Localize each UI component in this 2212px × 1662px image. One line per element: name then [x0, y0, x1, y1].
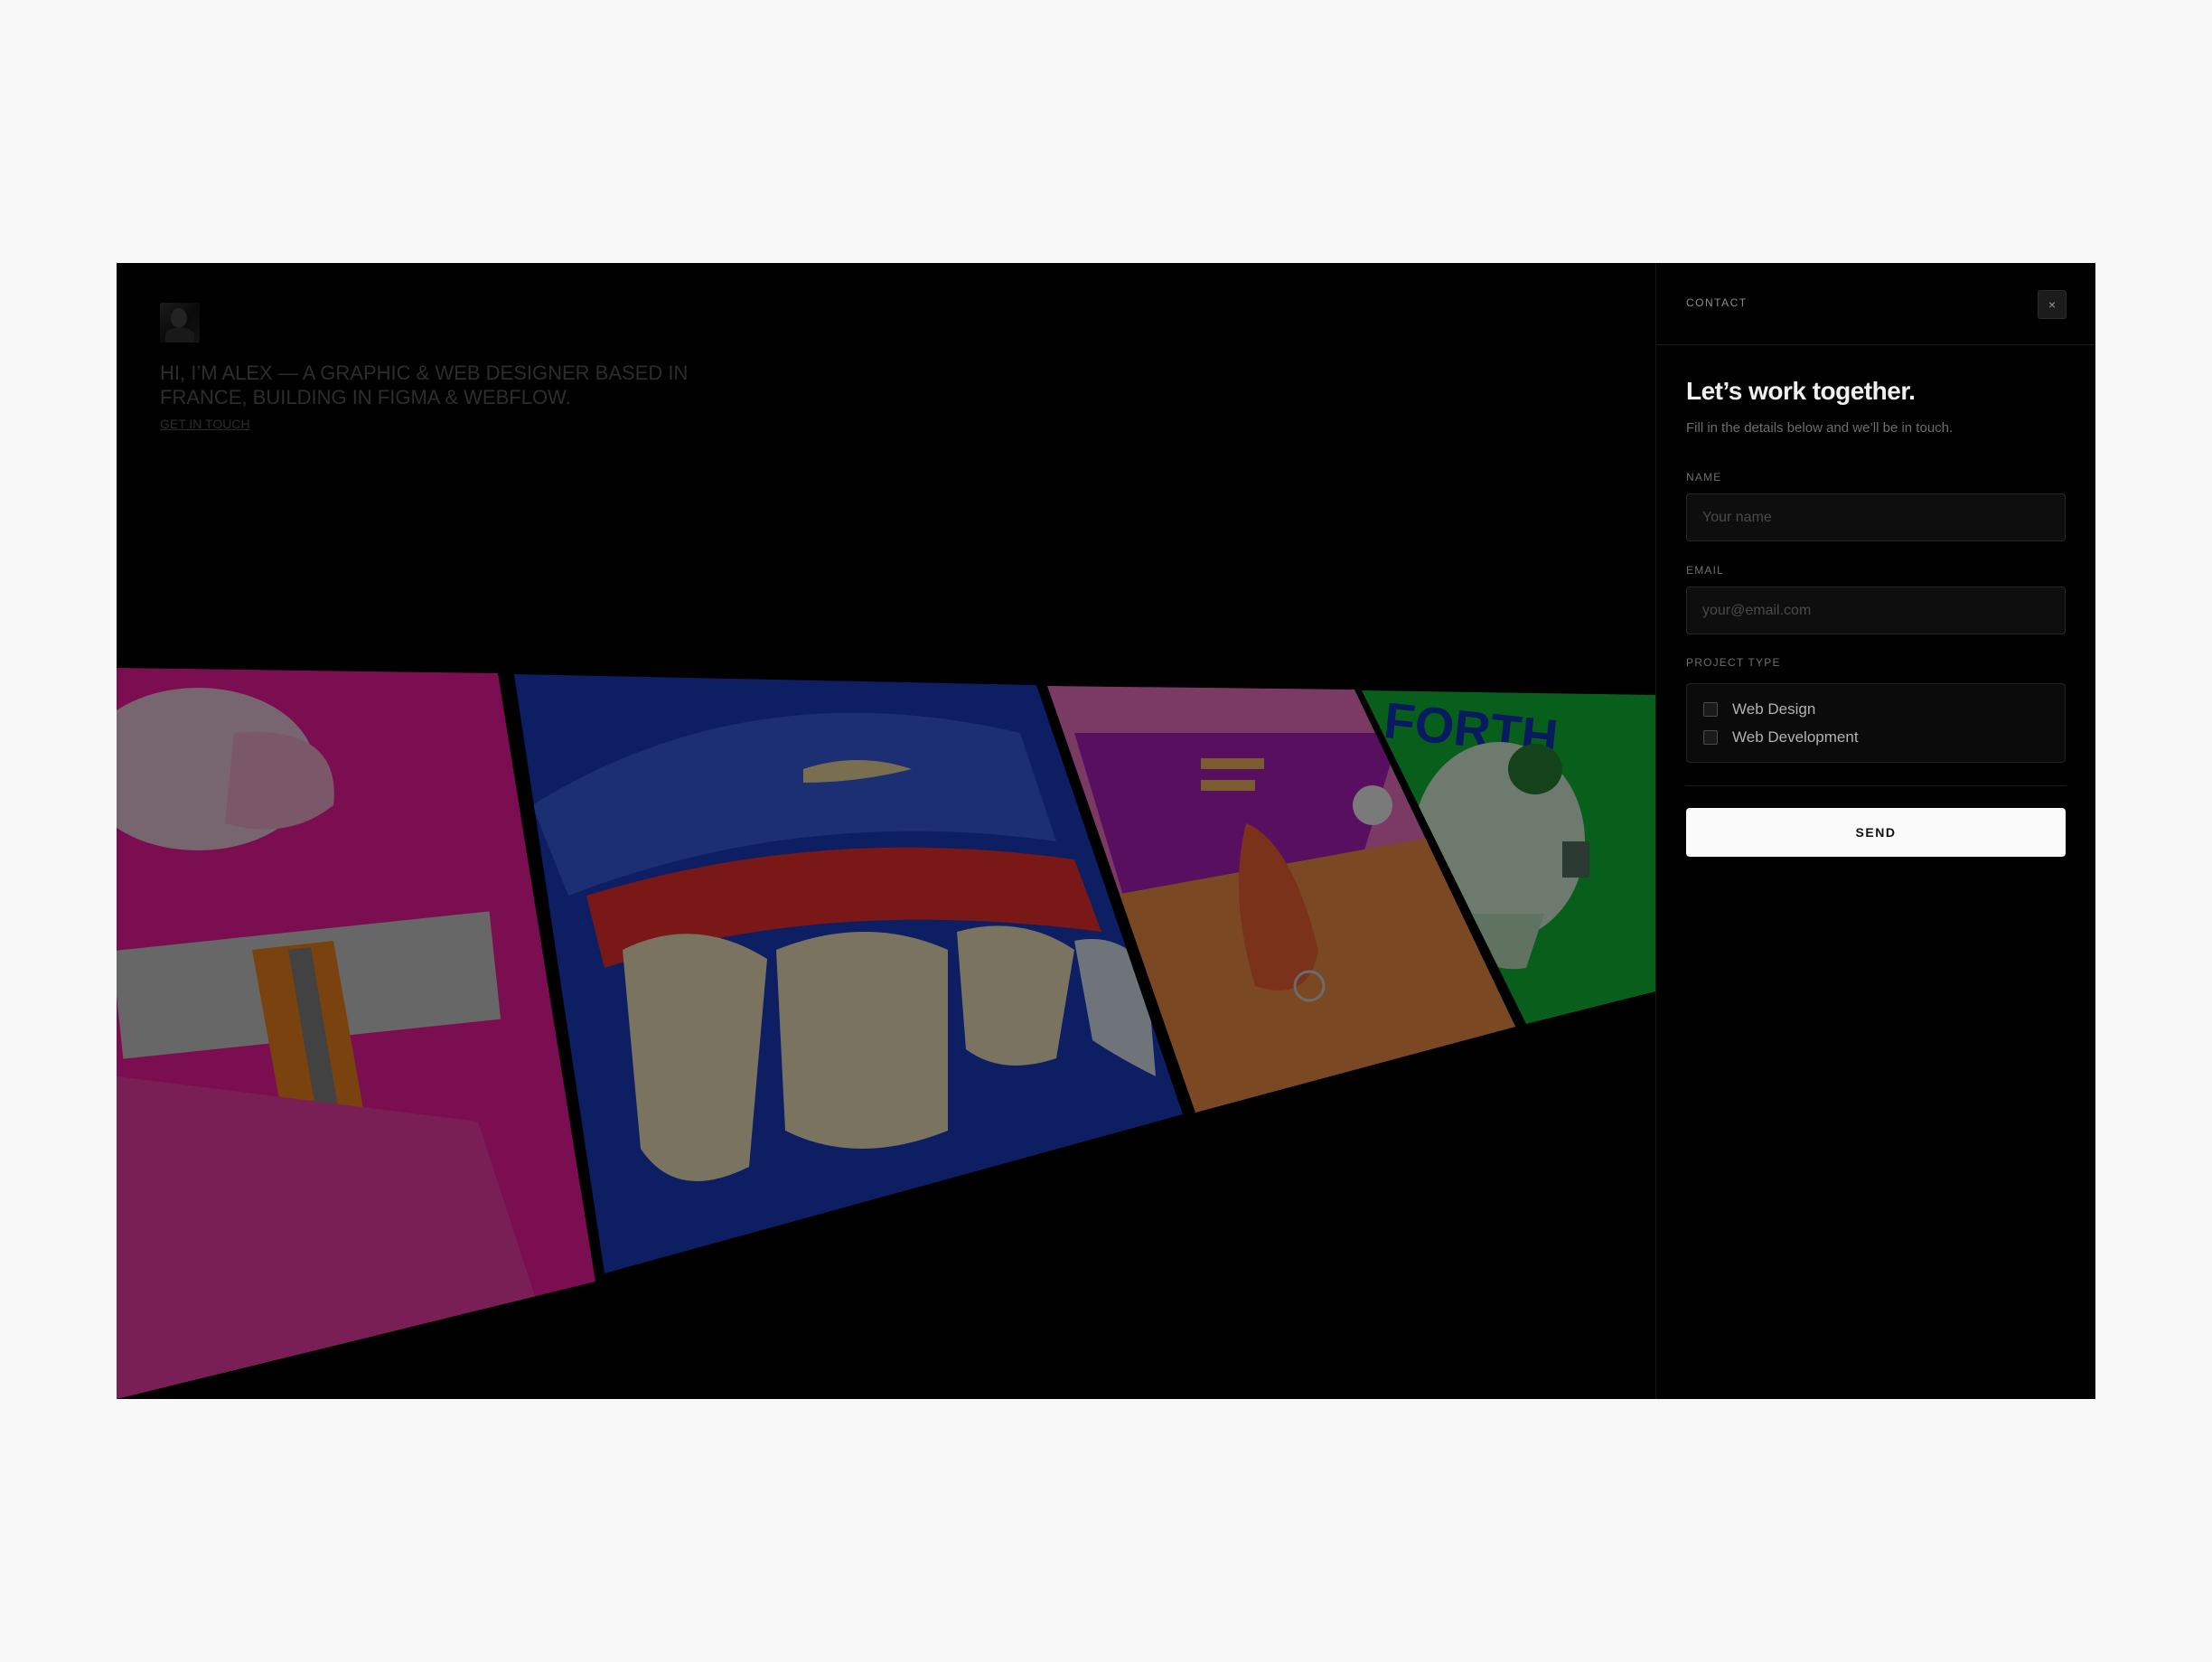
checkbox-label: Web Development: [1732, 728, 1859, 746]
close-icon: ×: [2048, 297, 2057, 312]
email-label: EMAIL: [1686, 564, 1725, 577]
form-subheading: Fill in the details below and we’ll be i…: [1686, 420, 1954, 436]
app-window: HI, I’M ALEX — A GRAPHIC & WEB DESIGNER …: [117, 263, 2095, 1399]
form-divider: [1686, 785, 2066, 786]
email-input[interactable]: [1686, 587, 2066, 634]
name-input[interactable]: [1686, 493, 2066, 541]
name-label: NAME: [1686, 471, 1722, 484]
checkbox-web-design[interactable]: Web Design: [1703, 700, 1815, 718]
form-heading: Let’s work together.: [1686, 377, 1916, 405]
portfolio-site: HI, I’M ALEX — A GRAPHIC & WEB DESIGNER …: [117, 263, 1655, 1399]
checkbox-icon[interactable]: [1703, 730, 1718, 745]
contact-panel: CONTACT × Let’s work together. Fill in t…: [1655, 263, 2095, 1399]
send-button[interactable]: SEND: [1686, 808, 2066, 857]
artwork-strip: FORTH: [117, 668, 1655, 1399]
checkbox-icon[interactable]: [1703, 702, 1718, 717]
checkbox-label: Web Design: [1732, 700, 1816, 718]
close-button[interactable]: ×: [2038, 290, 2067, 319]
project-type-group: Web Design Web Development: [1686, 683, 2066, 763]
checkbox-web-development[interactable]: Web Development: [1703, 728, 1859, 746]
project-type-label: PROJECT TYPE: [1686, 656, 1781, 669]
contact-panel-header: CONTACT ×: [1656, 263, 2095, 345]
panel-title: CONTACT: [1686, 296, 1748, 309]
